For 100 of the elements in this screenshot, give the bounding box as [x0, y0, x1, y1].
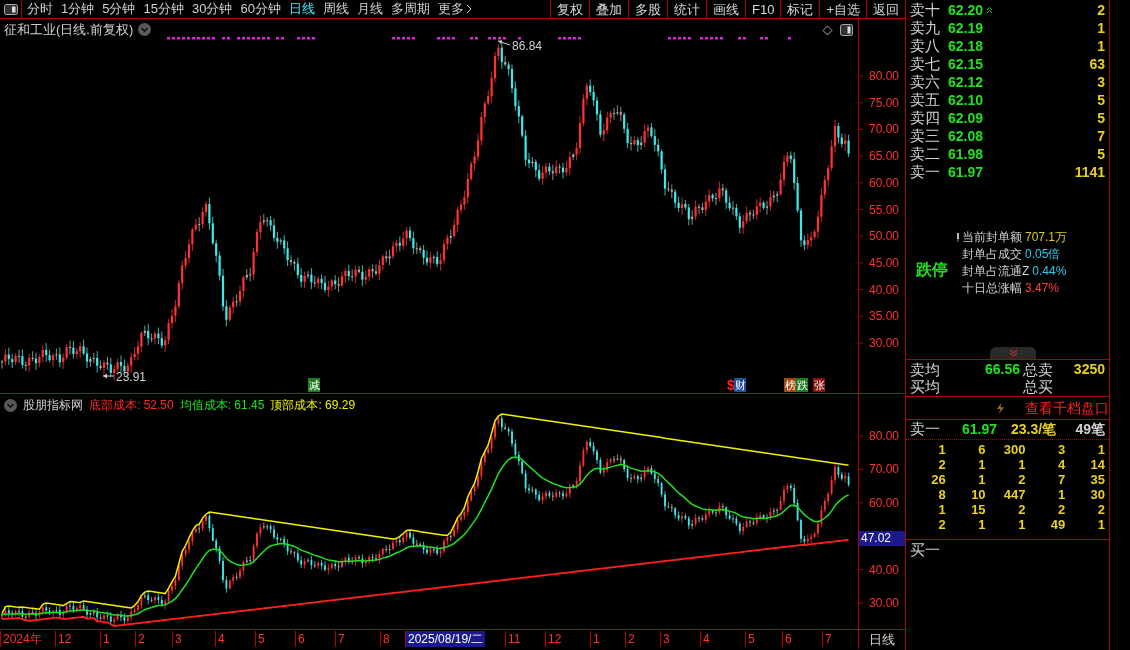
ask-price: 62.09: [948, 108, 984, 128]
toolbar-button[interactable]: 多股: [628, 0, 667, 19]
queue-cell-text: 6: [977, 442, 986, 457]
period-tab[interactable]: 5分钟: [102, 0, 136, 19]
event-tag[interactable]: 财: [734, 378, 746, 392]
ask-volume: 5: [1097, 108, 1105, 128]
ask-volume: 1: [1097, 36, 1105, 56]
event-tag[interactable]: 张: [813, 378, 825, 392]
stat-label: 封单占成交: [962, 246, 1022, 263]
period-tab[interactable]: 分时: [27, 0, 53, 19]
depth-link[interactable]: 查看千档盘口: [1025, 397, 1109, 419]
time-label: 2: [135, 631, 147, 647]
chevron-down-icon[interactable]: [138, 23, 152, 37]
queue-cell-text: 4: [1056, 457, 1066, 472]
more-button[interactable]: 更多: [437, 0, 472, 19]
stat-value: 707.1万: [1025, 229, 1068, 246]
queue-cell-text: 1: [977, 472, 986, 487]
queue-cell-text: 2: [937, 457, 946, 472]
axis-label: 30.00: [869, 336, 900, 350]
best-bid-label: 买一: [909, 540, 941, 560]
total-label: 总买: [1023, 378, 1053, 395]
ask-price: 62.10: [948, 90, 984, 110]
ask-price: 62.19: [948, 18, 984, 38]
axis-label: 30.00: [869, 596, 900, 610]
toolbar-button[interactable]: F10: [745, 0, 781, 19]
axis-label: 55.00: [869, 202, 900, 217]
event-tag[interactable]: 榜: [784, 378, 796, 392]
ask-level-label: 卖十: [910, 0, 941, 20]
average-price: 66.56: [984, 361, 1020, 378]
indicator-value: 底部成本: 52.50: [89, 397, 174, 414]
event-tag[interactable]: 减: [308, 378, 320, 392]
axis-label: 60.00: [869, 175, 900, 190]
toolbar-button[interactable]: 返回: [866, 0, 905, 19]
axis-label: 40.00: [869, 562, 900, 577]
ask-volume: 3: [1097, 72, 1105, 92]
queue-cell-text: 1: [977, 457, 986, 472]
high-price-label: 86.84: [512, 39, 543, 53]
period-tab[interactable]: 15分钟: [143, 0, 184, 19]
ask-volume: 7: [1097, 126, 1105, 146]
ask-price: 62.15: [948, 54, 984, 74]
period-tab[interactable]: 日线: [288, 0, 315, 19]
limit-status: 跌停: [916, 260, 948, 280]
queue-cell-text: 15: [970, 502, 986, 517]
expand-tab[interactable]: [990, 347, 1036, 359]
period-tab[interactable]: 月线: [356, 0, 383, 19]
time-label: 7: [822, 631, 834, 647]
panel-toggle-icon[interactable]: [840, 24, 853, 36]
toolbar-button[interactable]: 画线: [706, 0, 745, 19]
best-ask-label: 卖一: [910, 419, 941, 440]
time-label: 12: [55, 631, 74, 647]
ask-volume: 2: [1097, 0, 1105, 20]
panel-toggle-icon[interactable]: [3, 3, 18, 15]
ask-level-label: 卖三: [910, 125, 941, 146]
queue-cell-text: 3: [1056, 442, 1066, 457]
period-tab[interactable]: 60分钟: [240, 0, 281, 19]
queue-cell-text: 2: [937, 517, 946, 532]
period-tab[interactable]: 周线: [322, 0, 349, 19]
time-label: 11: [505, 631, 523, 647]
stat-value: 3.47%: [1025, 280, 1060, 297]
ask-price: 62.20: [948, 0, 984, 20]
pin-icon: [956, 233, 960, 242]
toolbar-button[interactable]: +自选: [819, 0, 866, 19]
time-label: 6: [295, 631, 307, 647]
ask-price: 62.18: [948, 36, 984, 56]
period-tab[interactable]: 多周期: [390, 0, 430, 19]
leader-line: [102, 373, 115, 379]
total-volume: 3250: [1073, 361, 1105, 378]
axis-label: 35.00: [869, 309, 900, 324]
toolbar-button[interactable]: 标记: [780, 0, 820, 19]
toolbar-button[interactable]: 复权: [550, 0, 589, 19]
toolbar-button[interactable]: 统计: [667, 0, 706, 19]
period-tab[interactable]: 1分钟: [61, 0, 95, 19]
stat-value: 0.05倍: [1025, 246, 1061, 263]
event-tag[interactable]: 跌: [796, 378, 808, 392]
ask-level-label: 卖五: [910, 89, 941, 110]
diamond-icon[interactable]: [822, 25, 833, 36]
axis-label: 80.00: [869, 429, 900, 443]
ask-level-label: 卖七: [910, 53, 941, 74]
time-label: 4: [700, 631, 712, 647]
ask-volume: 63: [1089, 54, 1105, 74]
ask-volume: 1: [1097, 18, 1105, 38]
time-label: 5: [255, 631, 267, 647]
lightning-icon: [996, 401, 1005, 415]
time-label: 8: [380, 631, 392, 647]
time-label: 7: [335, 631, 347, 647]
queue-cell-text: 49: [1049, 517, 1066, 532]
average-label: 卖均: [910, 361, 941, 378]
leader-line: [497, 40, 511, 46]
ask-price: 62.12: [948, 72, 984, 92]
axis-label: 50.00: [869, 229, 900, 244]
time-label: 3: [172, 631, 184, 647]
chevron-down-icon[interactable]: [4, 398, 17, 412]
queue-cell-text: 2: [1017, 502, 1026, 517]
ask-price: 61.98: [948, 144, 984, 164]
toolbar-button[interactable]: 叠加: [589, 0, 628, 19]
time-label: 5: [745, 631, 757, 647]
period-tab[interactable]: 30分钟: [191, 0, 233, 19]
stat-label: 十日总涨幅: [962, 280, 1022, 297]
time-label: 2: [625, 631, 637, 647]
time-label: 2024年: [0, 631, 44, 647]
